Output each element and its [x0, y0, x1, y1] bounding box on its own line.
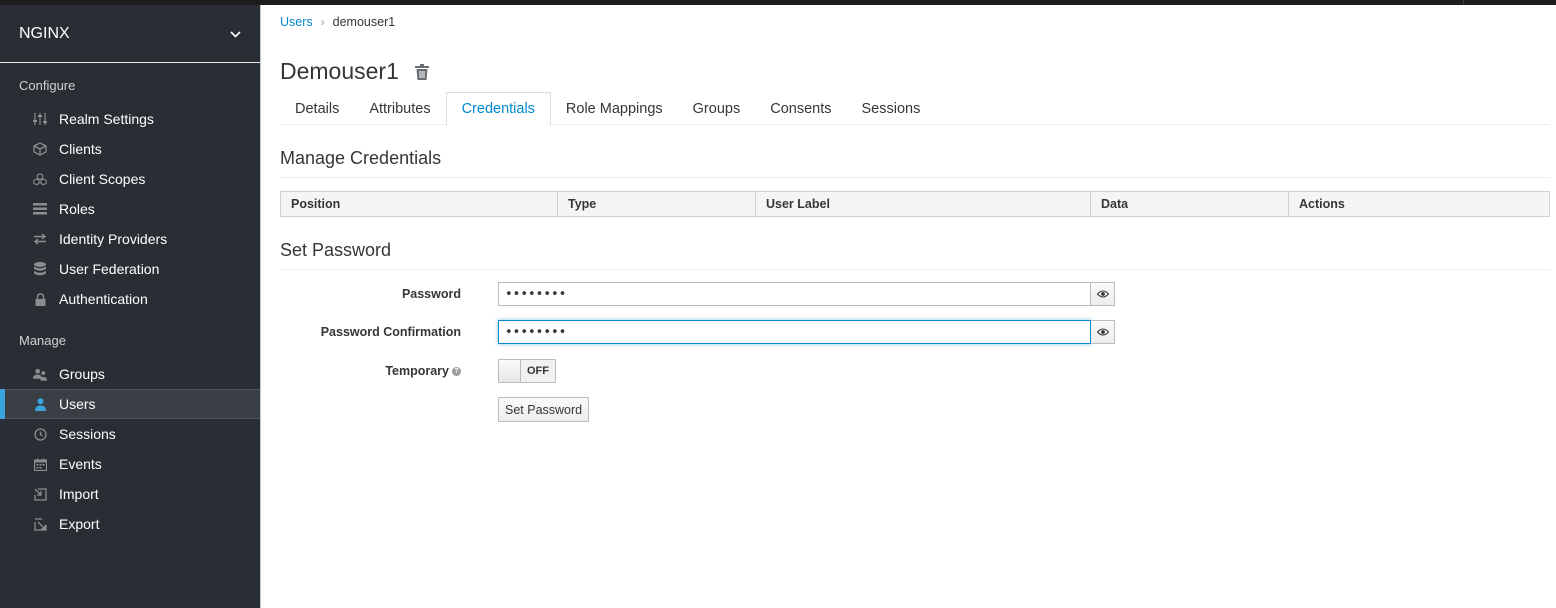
sliders-icon — [33, 112, 47, 126]
realm-name: NGINX — [19, 24, 70, 42]
set-password-heading: Set Password — [280, 240, 1550, 270]
exchange-icon — [33, 232, 47, 246]
top-bar-divider — [1463, 0, 1464, 5]
sidebar-item-realm-settings[interactable]: Realm Settings — [0, 104, 260, 134]
realm-selector[interactable]: NGINX — [0, 5, 260, 63]
tab-groups[interactable]: Groups — [678, 92, 756, 125]
trash-icon[interactable] — [414, 63, 429, 80]
export-icon — [33, 517, 47, 531]
toggle-knob — [499, 360, 521, 382]
lock-icon — [33, 292, 47, 306]
chevron-down-icon — [230, 26, 241, 41]
manage-credentials-heading: Manage Credentials — [280, 148, 1550, 178]
temporary-toggle[interactable]: OFF — [498, 359, 556, 383]
database-icon — [33, 262, 47, 276]
column-header-actions[interactable]: Actions — [1288, 191, 1550, 217]
sidebar-item-label: User Federation — [59, 261, 160, 277]
breadcrumb-link-users[interactable]: Users — [280, 15, 313, 29]
help-icon[interactable]: ? — [452, 367, 461, 377]
password-label: Password — [401, 287, 461, 301]
page-header: Demouser1 — [280, 58, 429, 85]
users-icon — [33, 367, 47, 381]
list-icon — [33, 202, 47, 216]
cubes-icon — [33, 172, 47, 186]
toggle-state: OFF — [521, 360, 555, 382]
manage-section-title: Manage — [19, 333, 66, 348]
sidebar-item-label: Events — [59, 456, 102, 472]
cube-icon — [33, 142, 47, 156]
tab-details[interactable]: Details — [280, 92, 354, 125]
sidebar-item-export[interactable]: Export — [0, 509, 260, 539]
configure-section-title: Configure — [19, 78, 76, 93]
column-header-position[interactable]: Position — [280, 191, 558, 217]
sidebar-item-import[interactable]: Import — [0, 479, 260, 509]
user-tabs: Details Attributes Credentials Role Mapp… — [280, 92, 1550, 126]
user-icon — [33, 397, 47, 411]
temporary-label: Temporary? — [280, 364, 461, 378]
password-confirmation-row: Password Confirmation — [280, 320, 461, 344]
password-confirmation-label: Password Confirmation — [320, 325, 461, 339]
sidebar-item-label: Export — [59, 516, 100, 532]
column-header-data[interactable]: Data — [1090, 191, 1289, 217]
tab-attributes[interactable]: Attributes — [354, 92, 445, 125]
password-row: Password — [280, 282, 461, 306]
sidebar-item-user-federation[interactable]: User Federation — [0, 254, 260, 284]
breadcrumb-current: demouser1 — [332, 15, 396, 29]
breadcrumb: Users › demouser1 — [280, 15, 395, 29]
manage-nav: Groups Users Sessions Events Import Expo… — [0, 359, 260, 539]
password-confirmation-input-group — [498, 320, 1115, 344]
tab-role-mappings[interactable]: Role Mappings — [551, 92, 678, 125]
sidebar-item-label: Groups — [59, 366, 105, 382]
sidebar-item-identity-providers[interactable]: Identity Providers — [0, 224, 260, 254]
table-header-row: Position Type User Label Data Actions — [280, 191, 1550, 217]
sidebar: NGINX Configure Realm Settings Clients C… — [0, 5, 261, 608]
calendar-icon — [33, 457, 47, 471]
sidebar-item-label: Clients — [59, 141, 102, 157]
sidebar-item-groups[interactable]: Groups — [0, 359, 260, 389]
sidebar-item-users[interactable]: Users — [0, 389, 260, 419]
set-password-button[interactable]: Set Password — [498, 397, 590, 422]
breadcrumb-separator-icon: › — [320, 15, 325, 29]
sidebar-item-label: Identity Providers — [59, 231, 168, 247]
sidebar-item-label: Authentication — [59, 291, 148, 307]
sidebar-item-label: Users — [59, 396, 96, 412]
credentials-table: Position Type User Label Data Actions — [280, 191, 1550, 217]
temporary-row: Temporary? — [280, 359, 461, 383]
tab-credentials[interactable]: Credentials — [445, 92, 551, 126]
tab-consents[interactable]: Consents — [755, 92, 846, 125]
temporary-label-text: Temporary — [385, 364, 449, 378]
sidebar-item-authentication[interactable]: Authentication — [0, 284, 260, 314]
eye-icon[interactable] — [1091, 282, 1115, 306]
password-input[interactable] — [498, 282, 1091, 306]
import-icon — [33, 487, 47, 501]
sidebar-item-roles[interactable]: Roles — [0, 194, 260, 224]
sidebar-item-client-scopes[interactable]: Client Scopes — [0, 164, 260, 194]
column-header-type[interactable]: Type — [557, 191, 756, 217]
clock-icon — [33, 427, 47, 441]
eye-icon[interactable] — [1091, 320, 1115, 344]
page-title: Demouser1 — [280, 58, 399, 84]
configure-nav: Realm Settings Clients Client Scopes Rol… — [0, 104, 260, 314]
sidebar-item-label: Client Scopes — [59, 171, 146, 187]
column-header-user-label[interactable]: User Label — [755, 191, 1091, 217]
tab-sessions[interactable]: Sessions — [846, 92, 935, 125]
sidebar-item-sessions[interactable]: Sessions — [0, 419, 260, 449]
sidebar-item-label: Roles — [59, 201, 95, 217]
sidebar-item-clients[interactable]: Clients — [0, 134, 260, 164]
password-confirmation-input[interactable] — [498, 320, 1091, 344]
password-input-group — [498, 282, 1115, 306]
sidebar-item-label: Sessions — [59, 426, 116, 442]
sidebar-item-label: Import — [59, 486, 99, 502]
sidebar-item-label: Realm Settings — [59, 111, 154, 127]
sidebar-item-events[interactable]: Events — [0, 449, 260, 479]
